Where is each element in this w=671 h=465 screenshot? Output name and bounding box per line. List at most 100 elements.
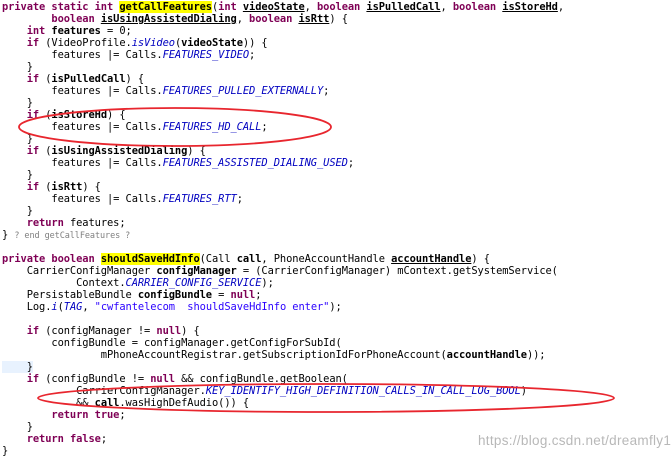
code-line: return features; — [2, 217, 671, 229]
code-token: ; — [119, 409, 126, 421]
code-line: configBundle = configManager.getConfigFo… — [2, 337, 671, 349]
code-token: ); — [261, 277, 274, 289]
code-token: isStoreHd — [502, 1, 558, 13]
code-token: FEATURES_PULLED_EXTERNALLY — [162, 85, 324, 97]
code-line: } — [2, 61, 671, 73]
code-token: )); — [526, 349, 546, 361]
code-token: isRtt — [298, 13, 330, 25]
code-token: if — [2, 73, 46, 85]
code-line: Log.i(TAG, "cwfantelecom shouldSaveHdInf… — [2, 301, 671, 313]
code-token: isUsingAssistedDialing — [51, 145, 188, 157]
code-token: KEY_IDENTIFY_HIGH_DEFINITION_CALLS_IN_CA… — [205, 385, 521, 397]
code-line: int features = 0; — [2, 25, 671, 37]
watermark: https://blog.csdn.net/dreamfly130 — [478, 433, 671, 448]
code-token: isPulledCall — [51, 73, 126, 85]
code-line: } — [2, 421, 671, 433]
code-token: ) { — [187, 145, 206, 157]
code-line: } ? end getCallFeatures ? — [2, 229, 671, 241]
code-token: if — [2, 37, 46, 49]
code-token: private boolean — [2, 253, 101, 265]
code-token: , PhoneAccountHandle — [261, 253, 392, 265]
code-token: (VideoProfile. — [45, 37, 132, 49]
code-line: if (VideoProfile.isVideo(videoState)) { — [2, 37, 671, 49]
code-line: } — [2, 133, 671, 145]
code-token: CARRIER_CONFIG_SERVICE — [125, 277, 262, 289]
code-token: = — [211, 289, 231, 301]
code-token: int — [2, 25, 52, 37]
code-token: FEATURES_HD_CALL — [162, 121, 262, 133]
code-line: features |= Calls.FEATURES_RTT; — [2, 193, 671, 205]
code-token: CarrierConfigManager — [2, 265, 157, 277]
code-token: isPulledCall — [366, 1, 441, 13]
code-token: && — [2, 397, 95, 409]
code-line: if (configBundle != null && configBundle… — [2, 373, 671, 385]
code-line: } — [2, 97, 671, 109]
code-token: ; — [249, 49, 256, 61]
code-token: accountHandle — [446, 349, 527, 361]
code-token: PersistableBundle — [2, 289, 138, 301]
code-token: )) { — [242, 37, 268, 49]
code-token: getCallFeatures — [119, 1, 212, 13]
code-line: features |= Calls.FEATURES_PULLED_EXTERN… — [2, 85, 671, 97]
code-token: , — [82, 301, 95, 313]
code-editor[interactable]: private static int getCallFeatures(int v… — [0, 0, 671, 465]
code-token: ; — [261, 121, 268, 133]
code-token: ) { — [471, 253, 490, 265]
code-token: isUsingAssistedDialing — [100, 13, 237, 25]
code-token: mPhoneAccountRegistrar.getSubscriptionId… — [2, 349, 447, 361]
code-token: call — [94, 397, 120, 409]
code-token: Context. — [2, 277, 126, 289]
code-line: Context.CARRIER_CONFIG_SERVICE); — [2, 277, 671, 289]
code-token: return — [2, 433, 70, 445]
code-token: ) { — [107, 109, 126, 121]
code-line: if (configManager != null) { — [2, 325, 671, 337]
code-token: = (CarrierConfigManager) mContext.getSys… — [236, 265, 558, 277]
code-line: CarrierConfigManager.KEY_IDENTIFY_HIGH_D… — [2, 385, 671, 397]
code-token: "cwfantelecom shouldSaveHdInfo enter" — [94, 301, 330, 313]
code-token: if — [2, 109, 46, 121]
code-line: PersistableBundle configBundle = null; — [2, 289, 671, 301]
code-token: (Call — [199, 253, 237, 265]
code-token: features — [51, 25, 101, 37]
code-token: && configBundle.getBoolean( — [174, 373, 348, 385]
code-token: } — [2, 61, 33, 73]
code-token: } — [2, 421, 33, 433]
code-token: = 0; — [100, 25, 132, 37]
code-token: } — [2, 445, 9, 457]
code-token: configManager — [156, 265, 237, 277]
code-token: configBundle = configManager.getConfigFo… — [2, 337, 342, 349]
code-token: isRtt — [51, 181, 83, 193]
code-line: return true; — [2, 409, 671, 421]
code-token: , — [304, 1, 317, 13]
code-line: } — [2, 205, 671, 217]
code-token: ? end getCallFeatures ? — [14, 231, 131, 241]
code-token: features |= Calls. — [2, 49, 163, 61]
code-token: shouldSaveHdInfo — [100, 253, 200, 265]
code-token: FEATURES_RTT — [162, 193, 237, 205]
code-token: ; — [236, 193, 243, 205]
code-token: ; — [347, 157, 355, 169]
code-line: private static int getCallFeatures(int v… — [2, 1, 671, 13]
code-token: } — [2, 133, 33, 145]
code-token: configBundle — [137, 289, 212, 301]
code-token: true — [94, 409, 120, 421]
code-token: } — [2, 97, 33, 109]
code-line: && call.wasHighDefAudio()) { — [2, 397, 671, 409]
code-token: CarrierConfigManager. — [2, 385, 206, 397]
code-token: } — [2, 229, 15, 241]
code-token: if — [2, 145, 46, 157]
code-token: features |= Calls. — [2, 157, 163, 169]
code-token: isStoreHd — [51, 109, 108, 121]
code-token: videoState — [242, 1, 305, 13]
code-token: , — [557, 1, 565, 13]
code-token: boolean — [452, 1, 503, 13]
code-token: .wasHighDefAudio()) { — [119, 397, 250, 409]
code-line: if (isPulledCall) { — [2, 73, 671, 85]
code-token: accountHandle — [391, 253, 472, 265]
code-token: ) — [520, 385, 527, 397]
code-line: if (isStoreHd) { — [2, 109, 671, 121]
code-token: false — [69, 433, 101, 445]
code-token: } — [2, 205, 33, 217]
